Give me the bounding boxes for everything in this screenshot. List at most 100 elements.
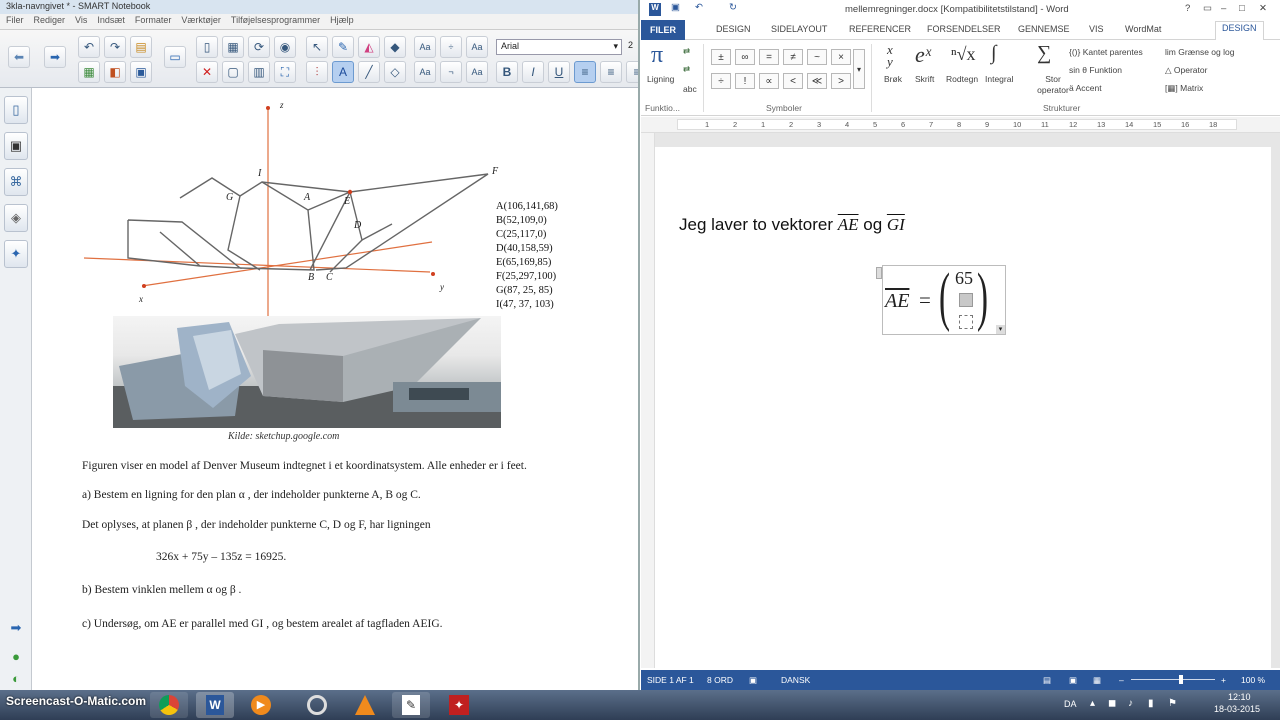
linear-icon[interactable]: ⇄ bbox=[683, 64, 690, 75]
tab-mailings[interactable]: FORSENDELSER bbox=[927, 24, 1001, 34]
document-sentence[interactable]: Jeg laver to vektorer AE og GI bbox=[679, 215, 905, 235]
tab-design[interactable]: DESIGN bbox=[716, 24, 751, 34]
equation-options-icon[interactable]: ▾ bbox=[996, 325, 1005, 334]
plane-info-text: Det oplyses, at planen β , der indeholde… bbox=[82, 519, 431, 531]
structure-bracket[interactable]: {()} Kantet parentes bbox=[1069, 47, 1143, 57]
taskbar-vlc-icon[interactable] bbox=[346, 692, 384, 718]
ribbon-display-icon[interactable]: ▭ bbox=[1203, 3, 1212, 14]
tab-equation-design[interactable]: DESIGN bbox=[1215, 21, 1264, 40]
zoom-slider-thumb[interactable] bbox=[1179, 675, 1183, 684]
structure-large-operator[interactable]: Stor operator bbox=[1033, 74, 1073, 96]
word-window: W ▣ ↶ ↻ mellemregninger.docx [Kompatibil… bbox=[641, 0, 1280, 690]
structure-limit-log[interactable]: lim Grænse og log bbox=[1165, 47, 1234, 57]
main-roof bbox=[239, 173, 489, 271]
equation-button-label[interactable]: Ligning bbox=[647, 74, 674, 84]
symbol-factorial[interactable]: ! bbox=[735, 73, 755, 89]
ruler-number: 2 bbox=[733, 120, 738, 129]
quick-redo-icon[interactable]: ↻ bbox=[729, 2, 737, 13]
ruler-number: 10 bbox=[1013, 120, 1022, 129]
large-operator-icon[interactable]: ∑ bbox=[1037, 42, 1051, 65]
symbol-plus-minus[interactable]: ± bbox=[711, 49, 731, 65]
tray-date[interactable]: 18-03-2015 bbox=[1214, 704, 1260, 714]
tab-wordmat[interactable]: WordMat bbox=[1125, 24, 1161, 34]
taskbar-word-icon[interactable]: W bbox=[196, 692, 234, 718]
tray-language[interactable]: DA bbox=[1064, 699, 1077, 709]
matrix-entry-bottom[interactable] bbox=[959, 315, 973, 329]
close-icon[interactable]: ✕ bbox=[1259, 3, 1267, 14]
status-page[interactable]: SIDE 1 AF 1 bbox=[647, 675, 694, 685]
symbol-much-less[interactable]: ≪ bbox=[807, 73, 827, 89]
tray-app-icon[interactable]: ◼ bbox=[1108, 698, 1116, 709]
symbol-times[interactable]: × bbox=[831, 49, 851, 65]
ribbon-divider bbox=[871, 44, 872, 112]
structure-integral[interactable]: Integral bbox=[985, 74, 1013, 84]
help-icon[interactable]: ? bbox=[1185, 3, 1190, 14]
equation-box[interactable]: AE = ( 65 ) ▾ bbox=[876, 264, 1006, 335]
horizontal-ruler: 1 2 1 2 3 4 5 6 7 8 9 10 11 12 13 14 15 16 18 bbox=[641, 117, 1280, 133]
tray-time[interactable]: 12:10 bbox=[1228, 692, 1251, 702]
matrix-entry-middle[interactable] bbox=[959, 293, 973, 307]
point-label-f: F bbox=[492, 166, 499, 177]
equation-handle-icon[interactable] bbox=[876, 267, 882, 279]
integral-icon[interactable]: ∫ bbox=[991, 42, 996, 65]
structure-radical[interactable]: Rodtegn bbox=[946, 74, 978, 84]
matrix-entry-top[interactable]: 65 bbox=[955, 268, 973, 289]
read-mode-icon[interactable]: ▤ bbox=[1043, 675, 1051, 686]
status-words[interactable]: 8 ORD bbox=[707, 675, 733, 685]
taskbar-maple-icon[interactable]: ✦ bbox=[440, 692, 478, 718]
word-document-title: mellemregninger.docx [Kompatibilitetstil… bbox=[845, 4, 1069, 15]
quick-undo-icon[interactable]: ↶ bbox=[695, 2, 703, 13]
tab-file[interactable]: FILER bbox=[641, 20, 685, 40]
point-label-c: C bbox=[326, 272, 333, 283]
structure-operator[interactable]: △ Operator bbox=[1165, 65, 1207, 76]
minimize-icon[interactable]: – bbox=[1221, 3, 1226, 14]
radical-icon[interactable]: ⁿ√x bbox=[951, 44, 976, 65]
status-language[interactable]: DANSK bbox=[781, 675, 810, 685]
structure-accent[interactable]: ä Accent bbox=[1069, 83, 1102, 93]
taskbar-media-icon[interactable]: ▶ bbox=[242, 692, 280, 718]
taskbar-notebook-icon[interactable]: ✎ bbox=[392, 692, 430, 718]
fraction-icon[interactable]: xy bbox=[887, 43, 893, 68]
tray-flag-icon[interactable]: ⚑ bbox=[1168, 698, 1177, 709]
tray-show-hidden-icon[interactable]: ▴ bbox=[1090, 698, 1095, 709]
script-icon[interactable]: eˣ bbox=[915, 42, 931, 68]
tab-references[interactable]: REFERENCER bbox=[849, 24, 911, 34]
structure-function[interactable]: sin θ Funktion bbox=[1069, 65, 1122, 75]
normal-text-label[interactable]: abc bbox=[683, 84, 697, 94]
question-c: c) Undersøg, om AE er parallel med GI , … bbox=[82, 618, 443, 630]
coord-c: C(25,117,0) bbox=[496, 229, 547, 240]
pi-equation-icon[interactable]: π bbox=[651, 42, 663, 69]
maximize-icon[interactable]: □ bbox=[1239, 3, 1245, 14]
symbol-less-than[interactable]: < bbox=[783, 73, 803, 89]
zoom-out-icon[interactable]: – bbox=[1119, 675, 1124, 685]
zoom-in-icon[interactable]: + bbox=[1221, 675, 1226, 685]
symbol-greater-than[interactable]: > bbox=[831, 73, 851, 89]
edge-d bbox=[361, 223, 393, 241]
structure-matrix[interactable]: [▦] Matrix bbox=[1165, 83, 1203, 94]
taskbar-chrome-icon[interactable] bbox=[150, 692, 188, 718]
zoom-level[interactable]: 100 % bbox=[1241, 675, 1265, 685]
taskbar-settings-icon[interactable] bbox=[298, 692, 336, 718]
print-layout-icon[interactable]: ▣ bbox=[1069, 675, 1077, 686]
zoom-slider[interactable] bbox=[1131, 679, 1215, 680]
tab-review[interactable]: GENNEMSE bbox=[1018, 24, 1070, 34]
symbol-divide[interactable]: ÷ bbox=[711, 73, 731, 89]
proofing-icon[interactable]: ▣ bbox=[749, 675, 757, 686]
quick-save-icon[interactable]: ▣ bbox=[671, 2, 680, 13]
document-page[interactable]: Jeg laver to vektorer AE og GI AE = ( 65… bbox=[655, 147, 1271, 668]
symbol-tilde[interactable]: ~ bbox=[807, 49, 827, 65]
symbol-not-equal[interactable]: ≠ bbox=[783, 49, 803, 65]
symbol-infinity[interactable]: ∞ bbox=[735, 49, 755, 65]
web-layout-icon[interactable]: ▦ bbox=[1093, 675, 1101, 686]
professional-icon[interactable]: ⇄ bbox=[683, 46, 690, 57]
tray-network-icon[interactable]: ▮ bbox=[1148, 698, 1154, 709]
symbol-proportional[interactable]: ∝ bbox=[759, 73, 779, 89]
tray-volume-icon[interactable]: ♪ bbox=[1128, 698, 1133, 709]
tab-page-layout[interactable]: SIDELAYOUT bbox=[771, 24, 827, 34]
tab-view[interactable]: VIS bbox=[1089, 24, 1104, 34]
symbols-more-icon[interactable]: ▾ bbox=[853, 49, 865, 89]
structure-fraction[interactable]: Brøk bbox=[884, 74, 902, 84]
point-label-i: I bbox=[258, 168, 262, 179]
symbol-equals[interactable]: = bbox=[759, 49, 779, 65]
structure-script[interactable]: Skrift bbox=[915, 74, 934, 84]
